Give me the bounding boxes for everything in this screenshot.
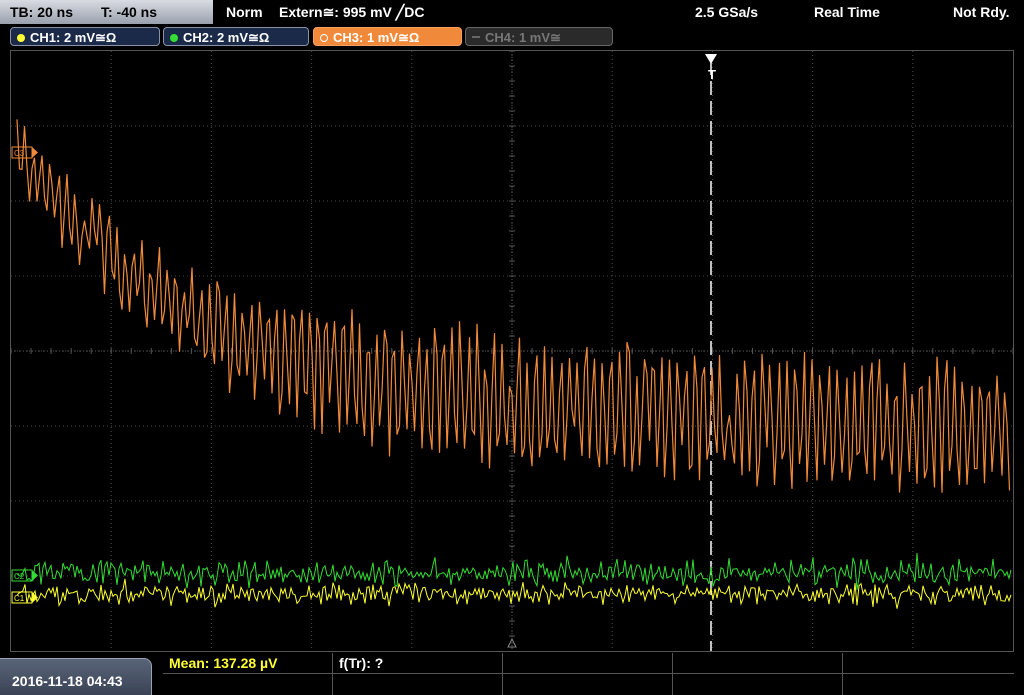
channel-1-trace	[16, 578, 1012, 609]
trigger-offset: T: -40 ns	[101, 4, 158, 20]
channel-tabs: CH1: 2 mV≅Ω CH2: 2 mV≅Ω CH3: 1 mV≅Ω CH4:…	[0, 26, 1024, 48]
frequency-measurement: f(Tr): ?	[339, 655, 384, 671]
measurement-cell	[503, 674, 673, 695]
measurement-cell	[843, 653, 1014, 674]
channel-3-marker-label: C3	[14, 149, 25, 158]
datetime: 2016-11-18 04:43	[12, 673, 123, 689]
channel-4-indicator-icon	[472, 36, 480, 38]
channel-2-indicator-icon	[170, 34, 178, 42]
channel-2-tab[interactable]: CH2: 2 mV≅Ω	[163, 27, 309, 46]
sample-rate: 2.5 GSa/s	[695, 4, 759, 20]
datetime-box: 2016-11-18 04:43	[0, 658, 152, 695]
measurement-cell	[673, 674, 843, 695]
measurement-cell	[673, 653, 843, 674]
channel-3-label: CH3: 1 mV≅Ω	[333, 30, 420, 45]
status-bar: TB: 20 ns T: -40 ns Norm Extern≅: 995 mV…	[0, 0, 1024, 25]
waveform-canvas: T C3 C2 C1	[11, 51, 1013, 651]
measurement-cell	[333, 674, 503, 695]
graticule-grid	[11, 51, 1013, 651]
channel-3-indicator-icon	[320, 34, 328, 42]
channel-1-tab[interactable]: CH1: 2 mV≅Ω	[10, 27, 160, 46]
trigger-source[interactable]: Extern≅: 995 mV ╱DC	[279, 3, 424, 21]
channel-2-trace	[16, 553, 1012, 590]
trigger-marker-label: T	[708, 67, 716, 82]
acquisition-state: Not Rdy.	[953, 4, 1010, 20]
channel-4-tab[interactable]: CH4: 1 mV≅	[465, 27, 613, 46]
waveform-display[interactable]: T C3 C2 C1	[10, 50, 1014, 652]
trigger-position-icon	[705, 54, 717, 64]
channel-1-label: CH1: 2 mV≅Ω	[30, 30, 117, 45]
channel-4-label: CH4: 1 mV≅	[485, 30, 561, 45]
channel-1-marker-label: C1	[14, 594, 25, 603]
acquisition-mode: Real Time	[814, 4, 880, 20]
measurement-cell	[843, 674, 1014, 695]
channel-3-tab[interactable]: CH3: 1 mV≅Ω	[313, 27, 462, 46]
measurement-panel[interactable]: Mean: 137.28 µV f(Tr): ?	[163, 653, 1014, 695]
channel-1-level-marker: C1	[11, 591, 38, 604]
channel-2-label: CH2: 2 mV≅Ω	[183, 30, 270, 45]
mean-measurement: Mean: 137.28 µV	[169, 655, 278, 671]
measurement-cell	[503, 653, 673, 674]
channel-1-indicator-icon	[17, 34, 25, 42]
timebase-value: TB: 20 ns	[10, 4, 74, 20]
channel-2-marker-label: C2	[14, 572, 25, 581]
timebase-box[interactable]: TB: 20 ns T: -40 ns	[0, 0, 213, 24]
channel-3-level-marker: C3	[11, 146, 38, 159]
measurement-cell	[163, 674, 333, 695]
trigger-mode[interactable]: Norm	[226, 3, 263, 21]
